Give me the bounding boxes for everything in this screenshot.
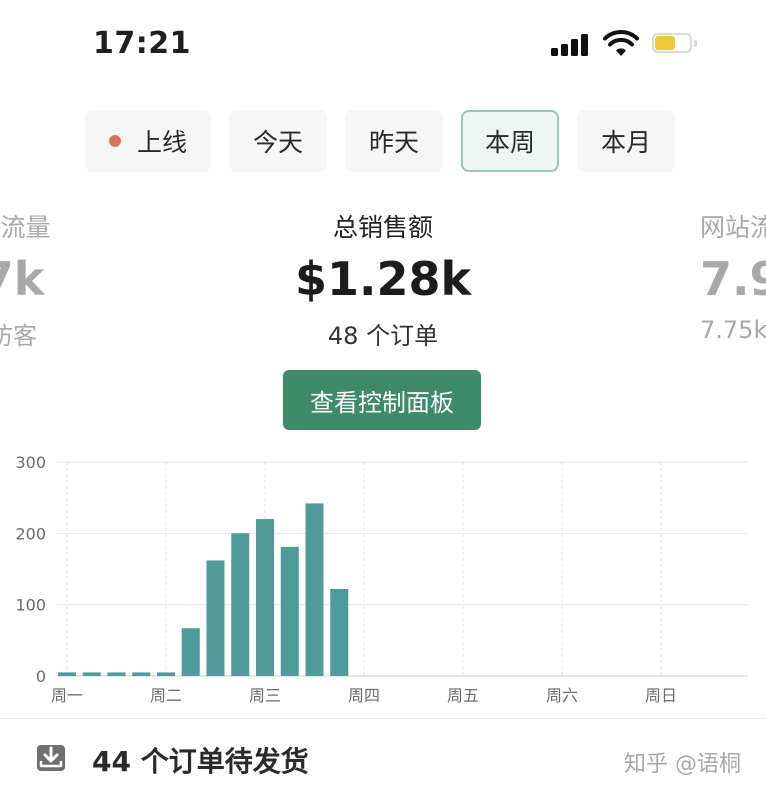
stat-card-site[interactable]: 网站流 7.9 7.75k <box>700 208 766 344</box>
x-tick-label: 周日 <box>645 686 677 705</box>
chart-bar <box>231 533 250 676</box>
tab-live-label: 上线 <box>136 128 187 157</box>
live-dot-icon <box>108 135 121 147</box>
tab-this-week[interactable]: 本周 <box>461 110 559 172</box>
chart-bar <box>181 628 200 676</box>
stat-traffic-sub: 访客 <box>0 322 37 350</box>
status-time: 17:21 <box>93 26 191 61</box>
chart-bar <box>280 546 299 676</box>
chart-bar <box>82 672 101 676</box>
x-tick-label: 周六 <box>546 686 578 705</box>
period-tabs: 上线 今天 昨天 本周 本月 <box>0 110 766 174</box>
cellular-signal-icon <box>551 34 591 56</box>
stat-traffic-value: 7k <box>0 252 45 306</box>
chart-bar <box>305 503 324 676</box>
x-tick-label: 周五 <box>447 686 479 705</box>
tab-today-label: 今天 <box>252 128 303 157</box>
chart-bar <box>132 672 151 676</box>
x-tick-label: 周四 <box>348 686 380 705</box>
stat-sales-label: 总销售额 <box>332 213 433 242</box>
y-tick-label: 300 <box>15 453 46 472</box>
stat-sales-orders: 48 个订单 <box>327 322 439 350</box>
stat-card-traffic[interactable]: 占流量 7k 访客 <box>0 208 98 351</box>
tab-yesterday[interactable]: 昨天 <box>345 110 443 172</box>
tab-today[interactable]: 今天 <box>229 110 327 172</box>
y-tick-label: 200 <box>15 524 46 543</box>
x-tick-label: 周三 <box>249 686 281 705</box>
chart-bar <box>157 672 175 676</box>
wifi-icon <box>603 30 639 56</box>
chart-bar <box>58 672 76 676</box>
stat-sales-value: $1.28k <box>294 252 472 306</box>
pending-orders-row[interactable]: 44 个订单待发货 知乎 @语桐 <box>0 724 766 792</box>
x-tick-label: 周一 <box>51 686 83 705</box>
battery-icon <box>652 33 698 55</box>
sales-bar-chart: 0 100 200 300 周一 周二 周三 周四 周五 周六 周日 <box>15 453 748 705</box>
stat-card-total-sales[interactable]: 总销售额 $1.28k 48 个订单 <box>233 208 533 351</box>
stat-site-label: 网站流 <box>700 213 766 242</box>
watermark: 知乎 @语桐 <box>624 752 741 777</box>
x-tick-label: 周二 <box>150 686 182 705</box>
pending-orders-text: 44 个订单待发货 <box>92 745 309 778</box>
view-dashboard-button[interactable]: 查看控制面板 <box>283 370 481 430</box>
divider <box>0 718 766 719</box>
chart-bar <box>206 560 225 676</box>
download-tray-icon <box>37 745 65 771</box>
tab-live[interactable]: 上线 <box>85 110 211 172</box>
stat-site-value: 7.9 <box>700 252 766 306</box>
status-bar: 17:21 <box>0 0 766 90</box>
y-tick-label: 0 <box>36 667 46 686</box>
tab-this-week-label: 本周 <box>484 128 535 157</box>
chart-bar <box>330 588 349 676</box>
tab-this-month-label: 本月 <box>600 128 651 157</box>
tab-this-month[interactable]: 本月 <box>577 110 675 172</box>
stat-traffic-label: 占流量 <box>0 213 51 242</box>
chart-bar <box>256 519 274 676</box>
tab-yesterday-label: 昨天 <box>368 128 419 157</box>
y-tick-label: 100 <box>15 596 46 615</box>
chart-bar <box>107 672 126 676</box>
stat-site-sub: 7.75k <box>700 316 766 344</box>
